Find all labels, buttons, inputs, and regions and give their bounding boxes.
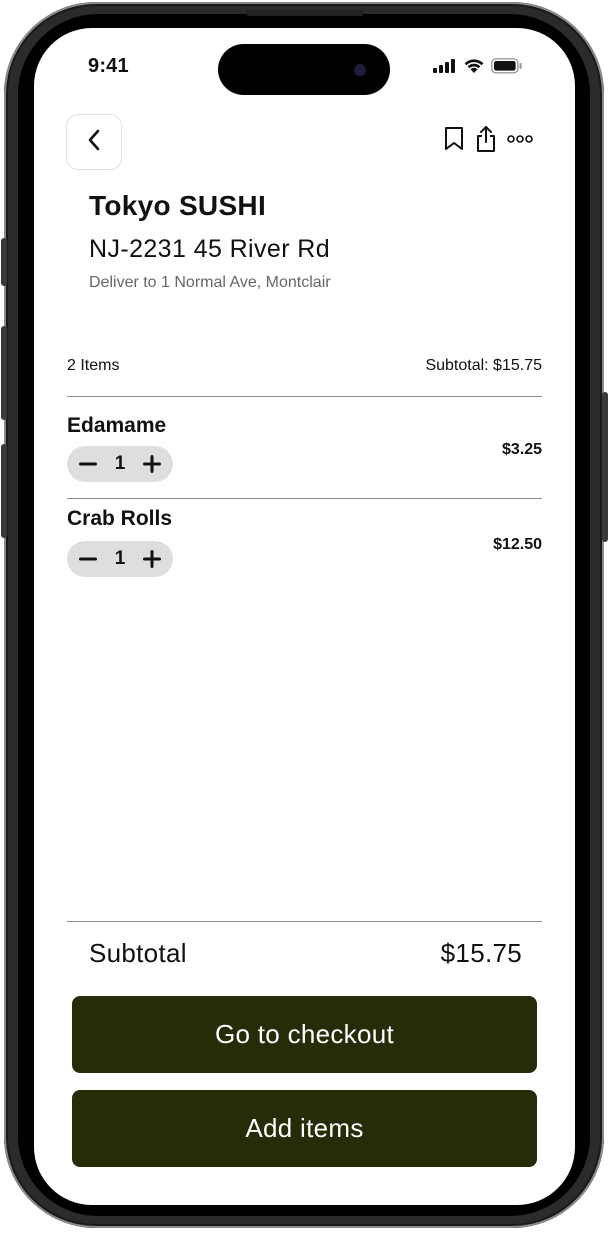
minus-icon bbox=[79, 557, 97, 561]
item-name: Crab Rolls bbox=[67, 507, 173, 530]
divider bbox=[67, 921, 542, 922]
divider bbox=[67, 498, 542, 499]
footer-subtotal-label: Subtotal bbox=[89, 938, 187, 968]
increase-button[interactable] bbox=[141, 548, 163, 570]
more-icon[interactable] bbox=[507, 134, 533, 144]
decrease-button[interactable] bbox=[77, 548, 99, 570]
quantity-stepper: 1 bbox=[67, 446, 173, 482]
volume-up-button bbox=[1, 326, 7, 420]
speaker-grille bbox=[246, 10, 364, 16]
item-price: $12.50 bbox=[493, 536, 542, 553]
restaurant-address: NJ-2231 45 River Rd bbox=[89, 235, 331, 263]
quantity-value: 1 bbox=[114, 453, 126, 474]
restaurant-name: Tokyo SUSHI bbox=[89, 190, 267, 221]
volume-down-button bbox=[1, 444, 7, 538]
quantity-value: 1 bbox=[114, 548, 126, 569]
decrease-button[interactable] bbox=[77, 453, 99, 475]
status-time: 9:41 bbox=[88, 55, 129, 77]
camera-icon bbox=[354, 64, 366, 76]
power-button bbox=[602, 392, 608, 542]
checkout-button[interactable]: Go to checkout bbox=[72, 996, 537, 1073]
plus-icon bbox=[142, 455, 161, 473]
minus-icon bbox=[79, 462, 97, 466]
screen: 9:41 Tokyo SUSHI NJ-2231 45 River Rd Del… bbox=[34, 28, 575, 1205]
increase-button[interactable] bbox=[141, 453, 163, 475]
mute-switch bbox=[1, 238, 7, 286]
dynamic-island bbox=[218, 44, 390, 95]
share-icon[interactable] bbox=[475, 125, 497, 153]
cellular-signal-icon bbox=[433, 59, 457, 78]
battery-icon bbox=[491, 58, 523, 79]
bookmark-icon[interactable] bbox=[443, 126, 465, 152]
plus-icon bbox=[142, 550, 161, 568]
item-count: 2 Items bbox=[67, 357, 120, 374]
nav-actions bbox=[443, 125, 533, 153]
back-button[interactable] bbox=[66, 114, 122, 170]
item-price: $3.25 bbox=[501, 441, 542, 458]
item-name: Edamame bbox=[67, 414, 167, 437]
status-icons bbox=[433, 58, 523, 79]
footer-subtotal-value: $15.75 bbox=[440, 938, 522, 968]
quantity-stepper: 1 bbox=[67, 541, 173, 577]
add-items-button[interactable]: Add items bbox=[72, 1090, 537, 1167]
delivery-address: Deliver to 1 Normal Ave, Montclair bbox=[89, 274, 331, 291]
divider bbox=[67, 396, 542, 397]
wifi-icon bbox=[463, 58, 485, 79]
summary-subtotal: Subtotal: $15.75 bbox=[425, 357, 542, 374]
chevron-left-icon bbox=[87, 128, 101, 157]
